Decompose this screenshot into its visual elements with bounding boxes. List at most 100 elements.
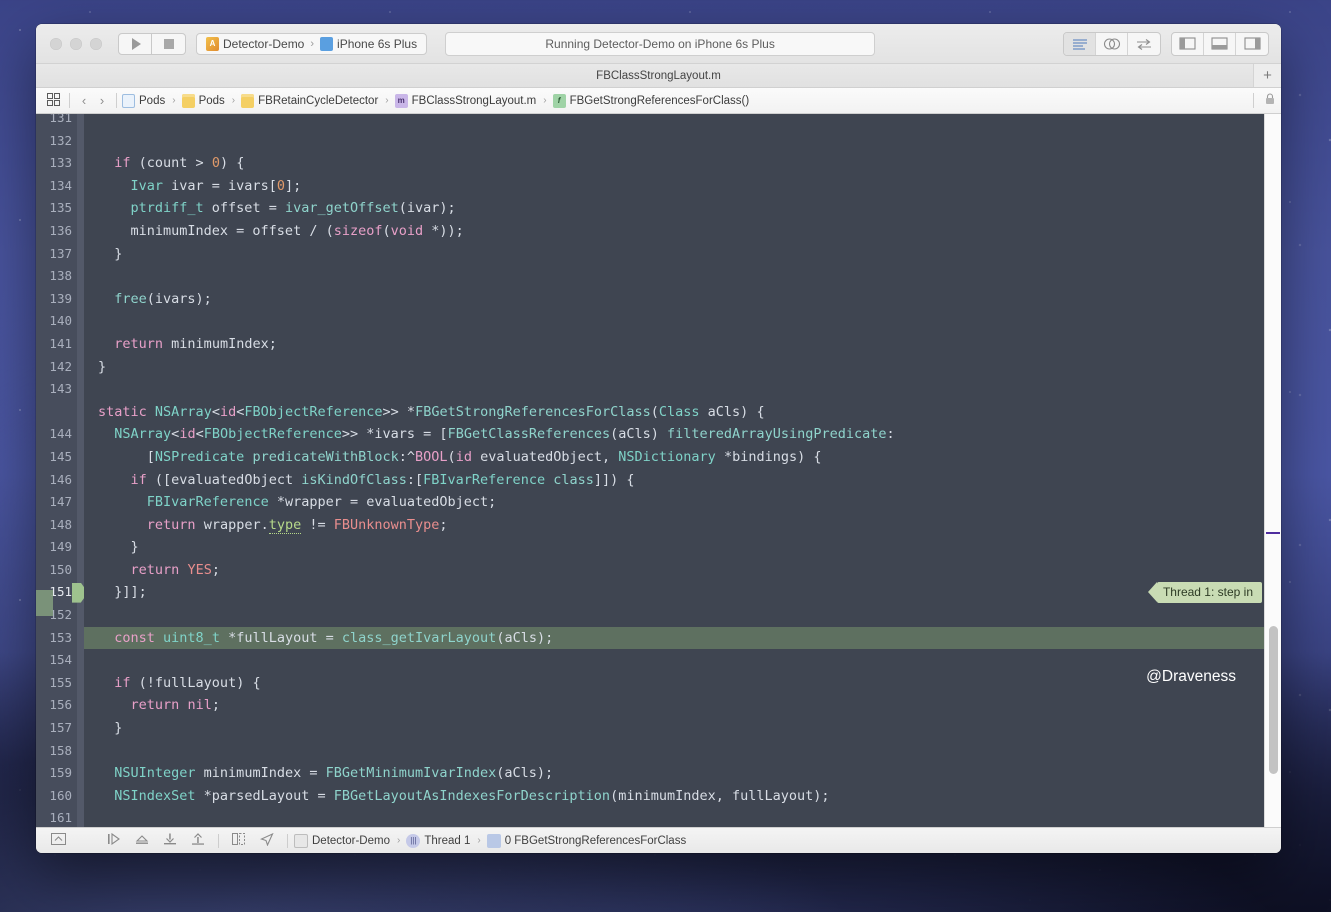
code-line[interactable]: } bbox=[84, 243, 1264, 266]
code-line[interactable]: } bbox=[84, 717, 1264, 740]
code-line[interactable]: return YES; bbox=[84, 559, 1264, 582]
code-line[interactable]: return wrapper.type != FBUnknownType; bbox=[84, 514, 1264, 537]
lock-icon[interactable] bbox=[1265, 93, 1275, 108]
line-number[interactable]: 145 bbox=[36, 446, 84, 469]
line-number[interactable]: 148 bbox=[36, 514, 84, 537]
code-line[interactable]: NSIndexSet *parsedLayout = FBGetLayoutAs… bbox=[84, 785, 1264, 808]
simulate-location-button[interactable] bbox=[253, 832, 281, 849]
line-number-gutter[interactable]: 131 132 133 134 135 136 137 138 139 140 141 142 143 1… bbox=[36, 114, 88, 827]
line-number[interactable]: 159 bbox=[36, 762, 84, 785]
code-line[interactable]: [NSPredicate predicateWithBlock:^BOOL(id… bbox=[84, 446, 1264, 469]
line-number[interactable]: 160 bbox=[36, 785, 84, 808]
line-number[interactable]: 158 bbox=[36, 740, 84, 763]
code-line[interactable]: static NSArray<id<FBObjectReference>> *F… bbox=[84, 401, 1264, 424]
line-number[interactable]: 153 bbox=[36, 627, 84, 650]
minimize-button[interactable] bbox=[70, 37, 82, 50]
forward-button[interactable]: › bbox=[93, 93, 111, 108]
line-number[interactable]: 135 bbox=[36, 197, 84, 220]
line-number[interactable]: 133 bbox=[36, 152, 84, 175]
line-number[interactable]: 132 bbox=[36, 130, 84, 153]
code-line[interactable] bbox=[84, 378, 1264, 401]
code-line[interactable] bbox=[84, 740, 1264, 763]
hide-debug-area-button[interactable] bbox=[44, 833, 72, 848]
code-line[interactable]: ptrdiff_t offset = ivar_getOffset(ivar); bbox=[84, 197, 1264, 220]
code-line[interactable]: }]]; bbox=[84, 581, 1264, 604]
code-line[interactable]: NSArray<id<FBObjectReference>> *ivars = … bbox=[84, 423, 1264, 446]
code-area[interactable]: if (count > 0) { Ivar ivar = ivars[0]; p… bbox=[84, 114, 1264, 827]
code-line[interactable] bbox=[84, 649, 1264, 672]
breadcrumb-item-symbol[interactable]: f FBGetStrongReferencesForClass() bbox=[552, 93, 749, 108]
line-number[interactable]: 140 bbox=[36, 310, 84, 333]
code-line[interactable]: } bbox=[84, 536, 1264, 559]
line-number[interactable]: 143 bbox=[36, 378, 84, 401]
line-number[interactable] bbox=[36, 401, 84, 424]
scrollbar-thumb[interactable] bbox=[1269, 626, 1278, 774]
debug-breadcrumb-item-process[interactable]: Detector-Demo › bbox=[294, 833, 403, 848]
standard-editor-button[interactable] bbox=[1064, 32, 1096, 55]
utilities-toggle-button[interactable] bbox=[1236, 33, 1268, 55]
stop-button[interactable] bbox=[152, 32, 186, 55]
line-number[interactable]: 147 bbox=[36, 491, 84, 514]
line-number[interactable]: 157 bbox=[36, 717, 84, 740]
debug-breadcrumb-item-thread[interactable]: ||| Thread 1 › bbox=[406, 833, 483, 848]
close-button[interactable] bbox=[50, 37, 62, 50]
breadcrumb-item-pods-folder[interactable]: Pods › bbox=[181, 93, 239, 108]
line-number[interactable]: 142 bbox=[36, 356, 84, 379]
line-number[interactable]: 150 bbox=[36, 559, 84, 582]
continue-button[interactable] bbox=[100, 832, 128, 848]
line-number[interactable]: 141 bbox=[36, 333, 84, 356]
code-line[interactable]: FBIvarReference *wrapper = evaluatedObje… bbox=[84, 491, 1264, 514]
line-number[interactable]: 134 bbox=[36, 175, 84, 198]
version-editor-button[interactable] bbox=[1128, 33, 1160, 55]
related-items-icon[interactable] bbox=[42, 92, 64, 109]
code-line[interactable] bbox=[84, 807, 1264, 827]
step-over-button[interactable] bbox=[128, 833, 156, 848]
window-controls[interactable] bbox=[46, 37, 110, 50]
code-line[interactable] bbox=[84, 310, 1264, 333]
step-into-button[interactable] bbox=[156, 833, 184, 848]
code-line[interactable] bbox=[84, 265, 1264, 288]
breadcrumb-item-fbretaincycledetector[interactable]: FBRetainCycleDetector › bbox=[241, 93, 392, 108]
thread-status-badge[interactable]: Thread 1: step in bbox=[1147, 582, 1262, 604]
editor-mode-segmented-control[interactable] bbox=[1063, 31, 1161, 56]
line-number[interactable]: 139 bbox=[36, 288, 84, 311]
editor-vertical-scrollbar[interactable] bbox=[1264, 114, 1281, 827]
code-line[interactable]: if (!fullLayout) { bbox=[84, 672, 1264, 695]
editor-tab-title[interactable]: FBClassStrongLayout.m bbox=[596, 70, 721, 82]
line-number[interactable]: 137 bbox=[36, 243, 84, 266]
code-line[interactable]: return nil; bbox=[84, 694, 1264, 717]
code-line[interactable]: free(ivars); bbox=[84, 288, 1264, 311]
debug-view-hierarchy-button[interactable] bbox=[225, 833, 253, 848]
assistant-editor-button[interactable] bbox=[1096, 32, 1128, 55]
add-tab-button[interactable]: + bbox=[1253, 64, 1281, 87]
code-line[interactable]: NSUInteger minimumIndex = FBGetMinimumIv… bbox=[84, 762, 1264, 785]
debug-area-toggle-button[interactable] bbox=[1204, 32, 1236, 55]
run-button[interactable] bbox=[118, 32, 152, 55]
code-line[interactable]: Ivar ivar = ivars[0]; bbox=[84, 175, 1264, 198]
debug-breadcrumb-item-frame[interactable]: 0 FBGetStrongReferencesForClass bbox=[486, 833, 686, 848]
line-number[interactable]: 161 bbox=[36, 807, 84, 827]
line-number[interactable]: 156 bbox=[36, 694, 84, 717]
line-number[interactable]: 136 bbox=[36, 220, 84, 243]
breadcrumb-item-pods-project[interactable]: Pods › bbox=[122, 93, 179, 108]
zoom-button[interactable] bbox=[90, 37, 102, 50]
code-line[interactable]: return minimumIndex; bbox=[84, 333, 1264, 356]
line-number[interactable]: 146 bbox=[36, 469, 84, 492]
code-line[interactable]: if ([evaluatedObject isKindOfClass:[FBIv… bbox=[84, 469, 1264, 492]
line-number[interactable]: 131 bbox=[36, 114, 84, 130]
step-out-button[interactable] bbox=[184, 833, 212, 848]
back-button[interactable]: ‹ bbox=[75, 93, 93, 108]
navigator-toggle-button[interactable] bbox=[1172, 32, 1204, 55]
code-line[interactable]: const uint8_t *fullLayout = class_getIva… bbox=[84, 626, 1264, 650]
scheme-selector[interactable]: A Detector-Demo › iPhone 6s Plus bbox=[196, 32, 428, 55]
line-number[interactable]: 155 bbox=[36, 672, 84, 695]
line-number[interactable]: 144 bbox=[36, 423, 84, 446]
code-line[interactable]: } bbox=[84, 356, 1264, 379]
code-line[interactable]: if (count > 0) { bbox=[84, 152, 1264, 175]
breadcrumb-item-file[interactable]: m FBClassStrongLayout.m › bbox=[394, 93, 550, 108]
code-line[interactable]: minimumIndex = offset / (sizeof(void *))… bbox=[84, 220, 1264, 243]
code-line[interactable] bbox=[84, 604, 1264, 627]
panel-toggle-segmented-control[interactable] bbox=[1171, 31, 1269, 56]
line-number[interactable]: 149 bbox=[36, 536, 84, 559]
line-number[interactable]: 154 bbox=[36, 649, 84, 672]
